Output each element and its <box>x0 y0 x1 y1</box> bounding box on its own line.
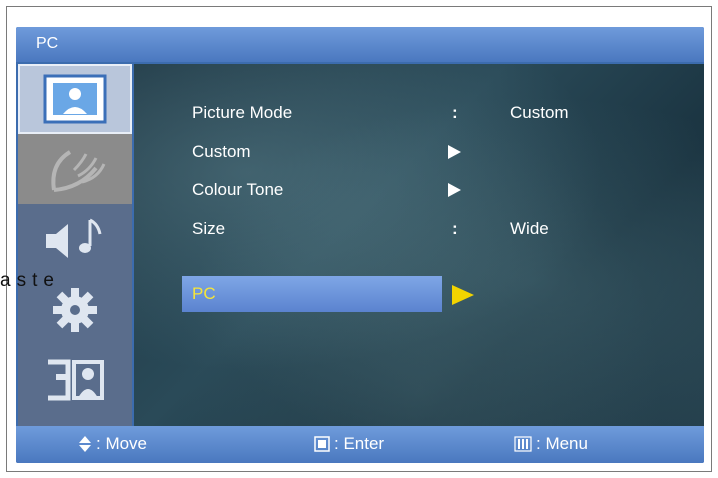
sidebar-item-channel[interactable] <box>18 134 132 204</box>
menu-bars-icon <box>514 436 532 452</box>
antenna-icon <box>51 149 106 192</box>
footer-enter-label: : Enter <box>334 434 385 453</box>
picture-icon <box>43 74 107 124</box>
sidebar-item-input[interactable] <box>18 344 132 414</box>
enter-square-icon <box>314 436 330 452</box>
osd-menu-window: PC Picture Mode: Custom Custom Colour T… <box>16 27 704 463</box>
menu-item-label: Size <box>192 219 226 238</box>
menu-item-separator: : <box>452 219 458 238</box>
menu-content-area: Picture Mode : Custom Custom Colour Tone… <box>134 64 704 426</box>
stray-text: aste <box>0 270 60 291</box>
menu-item-label: Picture Mode <box>192 103 293 122</box>
selection-highlight <box>182 276 442 312</box>
up-down-arrow-icon <box>79 436 91 452</box>
footer-menu-label: : Menu <box>536 434 588 453</box>
sidebar-item-picture[interactable] <box>18 64 132 134</box>
category-sidebar <box>18 64 132 426</box>
footer-move-label: : Move <box>96 434 148 453</box>
speaker-note-icon <box>46 218 102 258</box>
input-person-icon <box>48 359 104 400</box>
footer-move-hint: : Move <box>78 434 147 454</box>
menu-item-value: Wide <box>510 219 549 238</box>
osd-title: PC <box>36 35 59 52</box>
osd-footer: : Move : Enter : Menu <box>16 426 704 463</box>
submenu-arrow-icon <box>448 145 461 159</box>
footer-enter-hint: : Enter <box>314 434 384 454</box>
menu-item-value: Custom <box>510 103 569 122</box>
submenu-arrow-icon <box>452 285 474 305</box>
menu-item-separator: : <box>452 103 458 122</box>
sidebar-item-sound[interactable] <box>18 204 132 274</box>
menu-item-label: Custom <box>192 142 251 161</box>
footer-menu-hint: : Menu <box>514 434 588 454</box>
menu-item-label: PC <box>192 284 216 303</box>
osd-title-bar: PC <box>16 27 704 62</box>
menu-item-label: Colour Tone <box>192 180 284 199</box>
submenu-arrow-icon <box>448 183 461 197</box>
